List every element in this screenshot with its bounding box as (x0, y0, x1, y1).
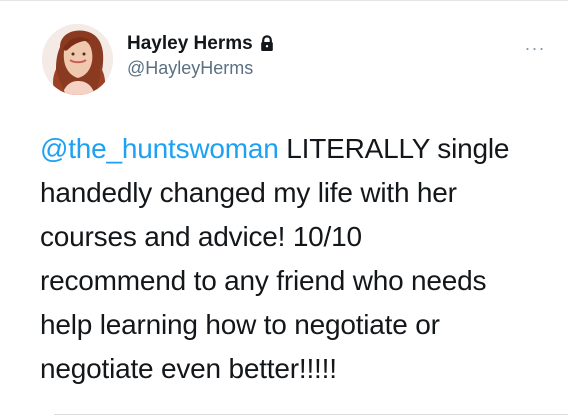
more-horizontal-icon: ··· (524, 38, 546, 58)
author-identity: Hayley Herms @HayleyHerms (127, 32, 275, 79)
tweet-text-segment: LITERALLY single (278, 133, 510, 164)
top-divider (0, 0, 568, 1)
author-handle[interactable]: @HayleyHerms (127, 57, 275, 79)
lock-icon (259, 35, 275, 52)
avatar[interactable] (42, 23, 113, 95)
tweet-text-line-6: negotiate even better!!!!! (40, 353, 337, 384)
tweet-text: @the_huntswoman LITERALLY single handedl… (40, 127, 540, 391)
author-display-name[interactable]: Hayley Herms (127, 32, 253, 56)
more-options-button[interactable]: ··· (522, 39, 548, 57)
bottom-divider (54, 414, 568, 415)
tweet-header: Hayley Herms @HayleyHerms (42, 22, 275, 96)
tweet-text-line-5: help learning how to negotiate or (40, 309, 440, 340)
mention-link[interactable]: @the_huntswoman (40, 133, 279, 164)
tweet-text-line-2: handedly changed my life with her (40, 177, 457, 208)
tweet-text-line-1: @the_huntswoman LITERALLY single (40, 127, 540, 171)
tweet-text-line-4: recommend to any friend who needs (40, 265, 487, 296)
tweet-card[interactable]: Hayley Herms @HayleyHerms ··· @the_hunts… (0, 0, 568, 420)
author-name-row: Hayley Herms (127, 32, 275, 56)
tweet-text-line-3: courses and advice! 10/10 (40, 221, 362, 252)
